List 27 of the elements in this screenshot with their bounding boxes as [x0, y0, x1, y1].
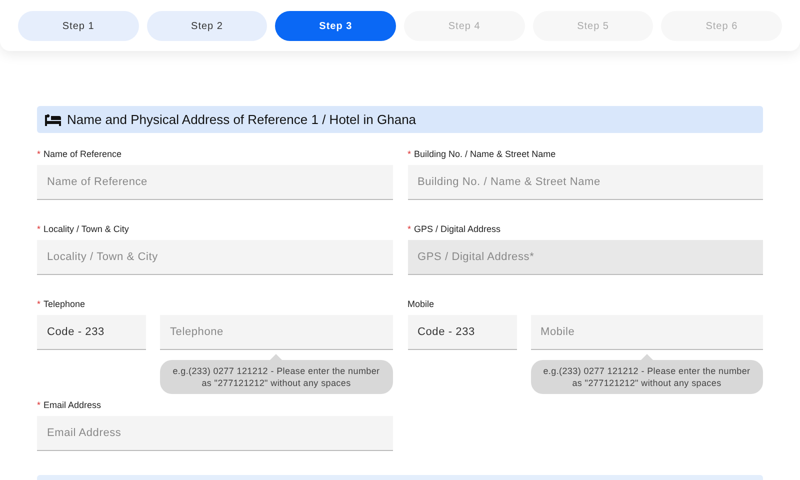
field-label: Locality / Town & City: [44, 224, 129, 234]
step-tab[interactable]: Step 2: [146, 11, 268, 41]
required-mark: *: [37, 299, 41, 309]
input-field[interactable]: Email Address: [37, 416, 392, 451]
required-mark: *: [37, 400, 41, 410]
required-mark: *: [408, 224, 412, 234]
required-mark: *: [37, 224, 41, 234]
field-label: Building No. / Name & Street Name: [414, 149, 556, 159]
input-field[interactable]: Telephone: [160, 315, 392, 350]
required-mark: *: [37, 149, 41, 159]
field-label: Telephone: [44, 299, 86, 309]
field-label: Email Address: [44, 400, 102, 410]
required-mark: *: [408, 149, 412, 159]
input-field[interactable]: Locality / Town & City: [37, 240, 392, 275]
hint-tooltip: e.g.(233) 0277 121212 - Please enter the number as "277121212" without any spaces: [530, 360, 763, 394]
step-tab[interactable]: Step 1: [18, 11, 139, 41]
input-field[interactable]: Building No. / Name & Street Name: [408, 165, 763, 200]
section-title: Name and Physical Address of Reference 1 / Hotel in Ghana: [67, 112, 416, 127]
hint-tooltip: e.g.(233) 0277 121212 - Please enter the number as "277121212" without any spaces: [160, 360, 392, 394]
step-tab[interactable]: Step 3: [275, 11, 396, 41]
field-label: GPS / Digital Address: [414, 224, 501, 234]
code-field[interactable]: Code - 233: [37, 315, 146, 350]
field-label: Mobile: [408, 299, 434, 309]
field-label: Name of Reference: [44, 149, 122, 159]
input-field[interactable]: Name of Reference: [37, 165, 392, 200]
input-field[interactable]: Mobile: [530, 315, 763, 350]
code-field[interactable]: Code - 233: [408, 315, 516, 350]
